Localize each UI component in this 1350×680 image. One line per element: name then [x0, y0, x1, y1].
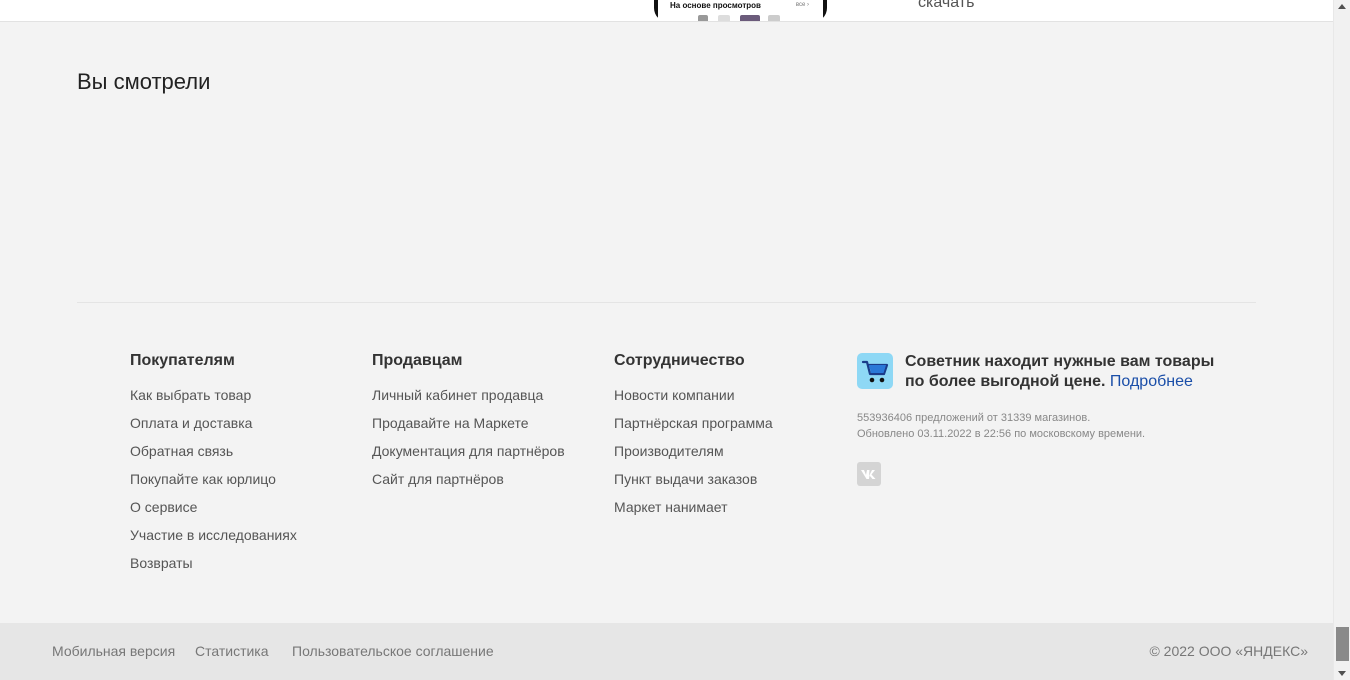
viewed-section-title: Вы смотрели	[77, 69, 211, 94]
footer-column-cooperation: Сотрудничество Новости компании Партнёрс…	[614, 351, 773, 527]
footer-column-sellers: Продавцам Личный кабинет продавца Продав…	[372, 351, 565, 499]
stats-updated: Обновлено 03.11.2022 в 22:56 по московск…	[857, 428, 1146, 440]
footer-link[interactable]: Новости компании	[614, 387, 773, 403]
download-link[interactable]: скачать	[918, 0, 974, 12]
footer-link[interactable]: Партнёрская программа	[614, 415, 773, 431]
bottom-bar: Мобильная версия Статистика Пользователь…	[0, 623, 1333, 680]
phone-thumb	[768, 15, 780, 21]
stats-offers: 553936406 предложений от 31339 магазинов…	[857, 412, 1091, 424]
footer-link[interactable]: О сервисе	[130, 499, 297, 515]
phone-thumb	[740, 15, 760, 21]
footer-link[interactable]: Документация для партнёров	[372, 443, 565, 459]
scroll-thumb[interactable]	[1336, 627, 1349, 661]
footer-column-title: Покупателям	[130, 352, 235, 369]
footer-column-buyers: Покупателям Как выбрать товар Оплата и д…	[130, 351, 297, 583]
market-stats: 553936406 предложений от 31339 магазинов…	[857, 410, 1145, 442]
footer-link[interactable]: Возвраты	[130, 555, 297, 571]
scroll-up-arrow-icon[interactable]	[1338, 4, 1346, 9]
phone-screen: На основе просмотров все ›	[658, 0, 823, 21]
shopping-cart-icon	[857, 353, 893, 389]
user-agreement-link[interactable]: Пользовательское соглашение	[292, 643, 494, 659]
footer-link[interactable]: Продавайте на Маркете	[372, 415, 565, 431]
footer-link[interactable]: Производителям	[614, 443, 773, 459]
footer-divider	[77, 302, 1256, 303]
page-scrollbar[interactable]	[1333, 0, 1350, 680]
vk-icon[interactable]	[857, 462, 881, 486]
phone-thumb	[718, 15, 730, 21]
footer-column-title: Сотрудничество	[614, 352, 745, 369]
phone-more-label: все ›	[795, 2, 809, 8]
footer-link[interactable]: Обратная связь	[130, 443, 297, 459]
footer-column-title: Продавцам	[372, 352, 463, 369]
footer-link[interactable]: Покупайте как юрлицо	[130, 471, 297, 487]
adviser-text-block: Советник находит нужные вам товары по бо…	[905, 352, 1215, 392]
phone-thumb	[698, 15, 708, 21]
adviser-more-link[interactable]: Подробнее	[1110, 373, 1193, 390]
app-promo-strip: На основе просмотров все › скачать	[0, 0, 1333, 22]
statistics-link[interactable]: Статистика	[195, 643, 269, 659]
footer-link[interactable]: Сайт для партнёров	[372, 471, 565, 487]
footer-link[interactable]: Личный кабинет продавца	[372, 387, 565, 403]
footer-link[interactable]: Оплата и доставка	[130, 415, 297, 431]
footer-link[interactable]: Как выбрать товар	[130, 387, 297, 403]
mobile-version-link[interactable]: Мобильная версия	[52, 643, 175, 659]
phone-mockup-image: На основе просмотров все ›	[654, 0, 827, 21]
phone-caption: На основе просмотров	[670, 1, 761, 10]
footer-link[interactable]: Участие в исследованиях	[130, 527, 297, 543]
footer-link[interactable]: Маркет нанимает	[614, 499, 773, 515]
footer-link[interactable]: Пункт выдачи заказов	[614, 471, 773, 487]
copyright: © 2022 ООО «ЯНДЕКС»	[1149, 643, 1308, 659]
scroll-down-arrow-icon[interactable]	[1338, 671, 1346, 676]
